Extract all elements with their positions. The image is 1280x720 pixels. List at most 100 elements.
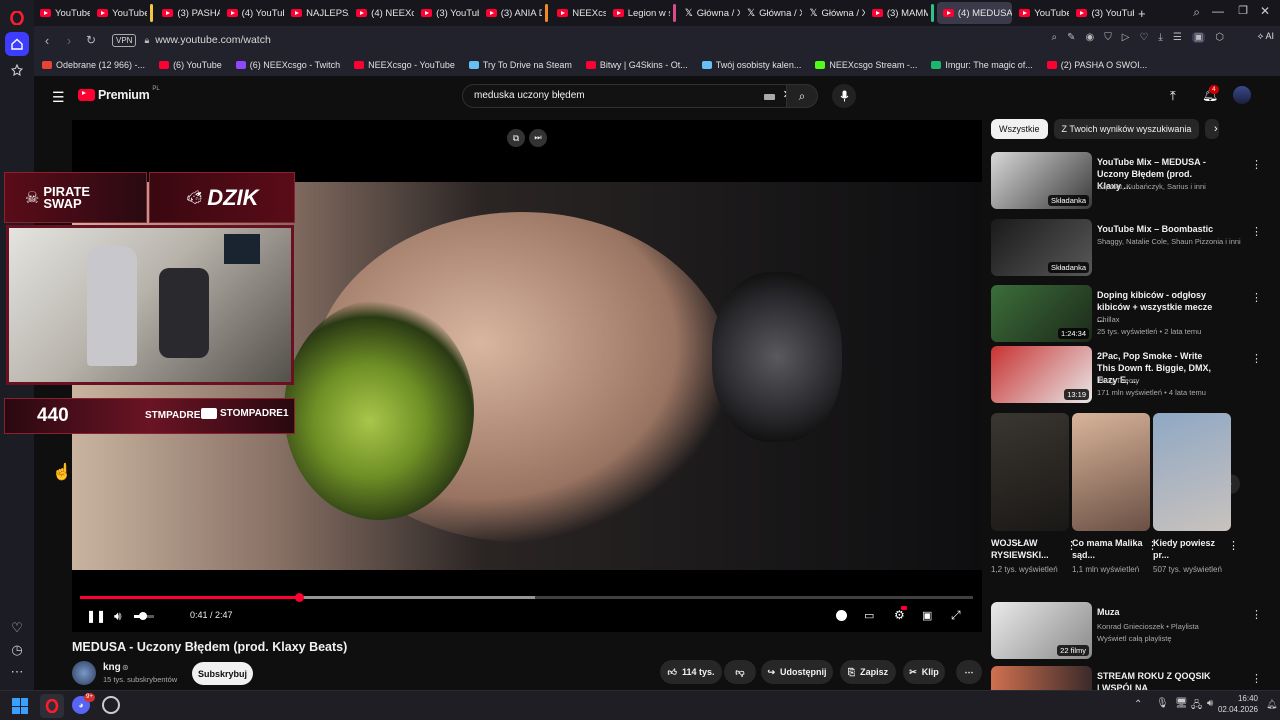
- play-icon[interactable]: ▷: [1122, 32, 1130, 43]
- bookmark-item[interactable]: Twój osobisty kalen...: [701, 60, 801, 70]
- windows-start-icon[interactable]: [12, 698, 28, 714]
- browser-tab[interactable]: YouTube: [34, 2, 90, 24]
- clock-time[interactable]: 16:40: [1226, 694, 1258, 703]
- wallet-icon[interactable]: ▣: [1191, 32, 1206, 43]
- avatar[interactable]: [1233, 86, 1251, 104]
- scrubber-handle[interactable]: [294, 593, 304, 602]
- heart-outline-icon[interactable]: ♡: [1139, 32, 1148, 43]
- voice-search-button[interactable]: [832, 84, 856, 108]
- browser-tab[interactable]: YouTube: [1013, 2, 1069, 24]
- volume-handle[interactable]: [139, 612, 147, 620]
- last-recommendation[interactable]: STREAM ROKU Z QOQSIK | WSPÓLNA PRZYSZŁOŚ…: [991, 666, 1266, 690]
- save-button[interactable]: ⎘ Zapisz: [840, 660, 896, 684]
- search-icon[interactable]: ⌕: [1052, 32, 1058, 43]
- more-options-icon[interactable]: ⋮: [1251, 672, 1262, 685]
- volume-slider[interactable]: [134, 612, 154, 620]
- dislike-button[interactable]: 👎︎: [724, 660, 756, 684]
- playlist-view-all[interactable]: Wyświetl całą playlistę: [1097, 634, 1172, 643]
- more-options-icon[interactable]: ⋮: [1251, 225, 1262, 238]
- volume-icon[interactable]: 🔊︎: [114, 609, 122, 624]
- extensions-icon[interactable]: ⬡: [1215, 32, 1224, 43]
- pinboard-icon[interactable]: [5, 58, 29, 82]
- mic-tray-icon[interactable]: 🎙︎: [1156, 698, 1169, 709]
- browser-tab[interactable]: (3) MAMM: [866, 2, 928, 24]
- browser-tab[interactable]: (3) PASHA: [156, 2, 220, 24]
- opera-taskbar-icon[interactable]: [40, 694, 64, 718]
- pause-icon[interactable]: ❚❚: [86, 609, 106, 623]
- download-icon[interactable]: ⤓: [1158, 32, 1162, 43]
- bookmark-item[interactable]: Try To Drive na Steam: [468, 60, 572, 70]
- clip-button[interactable]: ✂ Klip: [903, 660, 945, 684]
- reload-icon[interactable]: ↻: [80, 33, 102, 47]
- history-icon[interactable]: ◷: [5, 638, 29, 662]
- forward-icon[interactable]: ›: [58, 33, 80, 48]
- short-item[interactable]: Co mama Malika sąd... 1,1 mln wyświetleń ⋮: [1072, 413, 1158, 575]
- camera-icon[interactable]: ◉: [1086, 32, 1095, 43]
- lock-icon[interactable]: 🔒︎: [144, 35, 149, 46]
- bookmark-item[interactable]: NEEXcsgo - YouTube: [354, 60, 455, 70]
- more-options-icon[interactable]: ⋮: [1251, 608, 1262, 621]
- recommendation-item[interactable]: Składanka YouTube Mix – MEDUSA - Uczony B…: [991, 152, 1266, 210]
- more-options-icon[interactable]: ⋮: [1251, 352, 1262, 365]
- subscribe-button[interactable]: Subskrybuj: [192, 662, 253, 685]
- chip-all[interactable]: Wszystkie: [991, 119, 1048, 139]
- miniplayer-icon[interactable]: ⧉: [507, 129, 525, 147]
- shield-icon[interactable]: ⛉: [1104, 32, 1112, 43]
- channel-name[interactable]: kng: [103, 662, 121, 673]
- more-options-icon[interactable]: ⋮: [1251, 158, 1262, 171]
- short-item[interactable]: Kiedy powiesz pr... 507 tys. wyświetleń ⋮: [1153, 413, 1239, 575]
- search-tabs-icon[interactable]: ⌕: [1193, 5, 1200, 20]
- subtitles-icon[interactable]: ▭: [864, 609, 874, 622]
- recommendation-item[interactable]: 1:24:34 Doping kibiców - odgłosy kibiców …: [991, 285, 1266, 343]
- heart-icon[interactable]: ♡: [5, 616, 29, 640]
- home-icon[interactable]: [5, 32, 29, 56]
- bookmark-item[interactable]: (2) PASHA O SWOI...: [1046, 60, 1147, 70]
- chip-from-search[interactable]: Z Twoich wyników wyszukiwania: [1053, 119, 1200, 139]
- browser-tab[interactable]: Legion w s: [607, 2, 670, 24]
- search-button[interactable]: ⌕: [786, 84, 818, 108]
- bookmark-item[interactable]: Bitwy | G4Skins - Ot...: [585, 60, 688, 70]
- bookmark-item[interactable]: Imgur: The magic of...: [931, 60, 1033, 70]
- browser-tab[interactable]: (4) MEDUSA -: [936, 2, 1013, 24]
- vpn-badge[interactable]: VPN: [112, 33, 137, 47]
- obs-icon[interactable]: [102, 696, 120, 714]
- browser-tab[interactable]: (3) ANIA D: [480, 2, 542, 24]
- restore-icon[interactable]: ❐: [1238, 4, 1248, 17]
- more-actions-button[interactable]: ⋯: [956, 660, 982, 684]
- browser-tab[interactable]: 𝕏 Główna / X: [803, 2, 864, 24]
- tray-chevron-icon[interactable]: ⌃: [1134, 699, 1142, 710]
- aria-ai-button[interactable]: ⟡ AI: [1258, 31, 1274, 42]
- more-options-icon[interactable]: ⋮: [1228, 539, 1239, 552]
- hamburger-icon[interactable]: ☰: [52, 89, 65, 106]
- recommendation-item[interactable]: Składanka YouTube Mix – Boombastic Shaggy,…: [991, 219, 1266, 277]
- network-icon[interactable]: 🖧: [1191, 698, 1202, 715]
- back-icon[interactable]: ‹: [36, 33, 58, 48]
- upload-icon[interactable]: ⤒: [1170, 88, 1176, 104]
- display-tray-icon[interactable]: 🖥︎: [1175, 698, 1188, 709]
- notification-center-icon[interactable]: 🔔︎: [1266, 699, 1277, 710]
- autoplay-toggle-icon[interactable]: [836, 610, 847, 621]
- bookmark-item[interactable]: (6) YouTube: [159, 60, 222, 70]
- browser-tab[interactable]: 𝕏 Główna / X: [741, 2, 802, 24]
- url-field[interactable]: www.youtube.com/watch: [155, 34, 271, 46]
- browser-tab[interactable]: (3) YouTub: [1070, 2, 1134, 24]
- bookmark-item[interactable]: Odebrane (12 966) -...: [42, 60, 145, 70]
- autoplay-icon[interactable]: ⏭: [529, 129, 547, 147]
- browser-tab[interactable]: 𝕏 Główna / X: [679, 2, 740, 24]
- browser-tab[interactable]: YouTube: [91, 2, 147, 24]
- minimize-icon[interactable]: —: [1212, 4, 1224, 18]
- channel-avatar[interactable]: [72, 661, 96, 685]
- browser-tab[interactable]: (4) NEEXcs: [350, 2, 414, 24]
- bookmark-item[interactable]: NEEXcsgo Stream -...: [815, 60, 917, 70]
- settings-gear-icon[interactable]: ⚙: [894, 608, 905, 622]
- share-button[interactable]: ↪ Udostępnij: [761, 660, 833, 684]
- youtube-logo[interactable]: Premium PL: [78, 86, 160, 102]
- keyboard-icon[interactable]: [764, 94, 775, 100]
- recommendation-item[interactable]: 13:19 2Pac, Pop Smoke - Write This Down f…: [991, 346, 1266, 404]
- new-tab-icon[interactable]: +: [1138, 6, 1146, 21]
- close-window-icon[interactable]: ✕: [1260, 4, 1270, 18]
- more-options-icon[interactable]: ⋮: [1251, 291, 1262, 304]
- menu-icon[interactable]: ☰: [1173, 32, 1182, 43]
- browser-tab[interactable]: (3) YouTub: [415, 2, 479, 24]
- clock-date[interactable]: 02.04.2026: [1212, 705, 1258, 714]
